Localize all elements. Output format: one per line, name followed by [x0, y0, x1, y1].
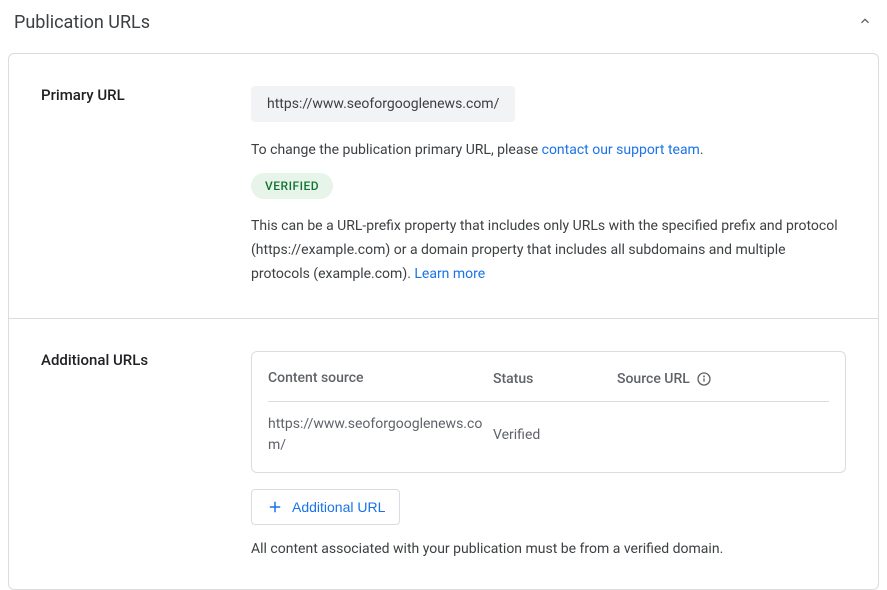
chevron-up-icon [857, 13, 873, 29]
primary-url-description: This can be a URL-prefix property that i… [251, 215, 846, 286]
panel-title: Publication URLs [14, 12, 150, 33]
hint-suffix: . [700, 142, 704, 158]
info-icon[interactable] [696, 371, 712, 387]
add-button-label: Additional URL [292, 499, 385, 515]
row-source-url [617, 414, 829, 456]
primary-url-value: https://www.seoforgooglenews.com/ [251, 86, 515, 122]
primary-url-body: https://www.seoforgooglenews.com/ To cha… [251, 86, 846, 286]
column-source-url-label: Source URL [617, 371, 690, 387]
additional-urls-body: Content source Status Source URL https:/… [251, 351, 846, 557]
additional-urls-label: Additional URLs [41, 351, 251, 557]
row-content-source: https://www.seoforgooglenews.com/ [268, 414, 493, 456]
collapse-toggle[interactable] [857, 13, 873, 33]
plus-icon [266, 498, 284, 516]
primary-url-label: Primary URL [41, 86, 251, 286]
table-row: https://www.seoforgooglenews.com/ Verifi… [268, 402, 829, 456]
primary-url-section: Primary URL https://www.seoforgooglenews… [9, 54, 878, 318]
panel-header: Publication URLs [0, 0, 887, 53]
column-status: Status [493, 368, 617, 389]
publication-urls-card: Primary URL https://www.seoforgooglenews… [8, 53, 879, 590]
learn-more-link[interactable]: Learn more [414, 266, 485, 282]
description-text: This can be a URL-prefix property that i… [251, 218, 838, 282]
add-additional-url-button[interactable]: Additional URL [251, 489, 400, 525]
table-header: Content source Status Source URL [268, 368, 829, 402]
verified-badge: VERIFIED [251, 173, 333, 199]
additional-urls-section: Additional URLs Content source Status So… [9, 318, 878, 589]
additional-urls-footer: All content associated with your publica… [251, 541, 846, 557]
additional-urls-table: Content source Status Source URL https:/… [251, 351, 846, 473]
hint-prefix: To change the publication primary URL, p… [251, 142, 542, 158]
column-content-source: Content source [268, 368, 493, 389]
row-status: Verified [493, 414, 617, 456]
column-source-url: Source URL [617, 368, 829, 389]
primary-url-hint: To change the publication primary URL, p… [251, 140, 846, 161]
contact-support-link[interactable]: contact our support team [542, 142, 700, 158]
